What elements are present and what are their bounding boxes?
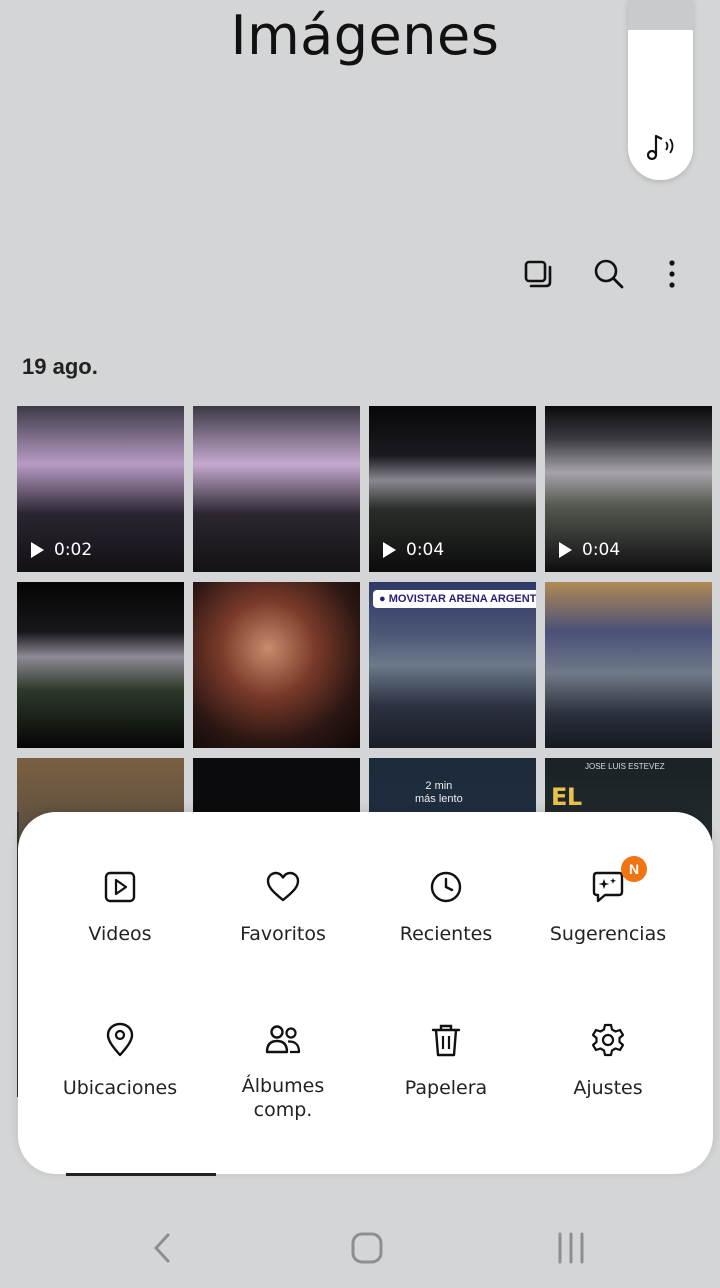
photo-thumbnail[interactable]: ● MOVISTAR ARENA ARGENTINA	[369, 582, 536, 748]
menu-label: Álbumes comp.	[241, 1075, 325, 1121]
search-icon	[594, 259, 624, 289]
more-options-button[interactable]	[650, 252, 694, 296]
photo-grid: 0:02 0:04 0:04 ● MOVISTAR ARENA ARGENTIN…	[17, 406, 717, 924]
video-duration: 0:04	[406, 540, 445, 560]
play-icon	[383, 542, 396, 558]
select-multiple-icon	[524, 260, 552, 288]
menu-item-settings[interactable]: Ajustes	[523, 1022, 693, 1142]
suggestions-sparkle-icon	[592, 871, 624, 903]
volume-slider-track[interactable]	[628, 0, 693, 30]
photo-thumbnail[interactable]: 0:02	[17, 406, 184, 572]
menu-item-recent[interactable]: Recientes	[361, 870, 531, 990]
system-navbar	[0, 1210, 720, 1288]
menu-label: Papelera	[404, 1077, 488, 1099]
location-pin-icon	[106, 1022, 134, 1057]
menu-label: Ubicaciones	[62, 1077, 178, 1099]
video-play-icon	[104, 871, 136, 903]
video-badge: 0:04	[383, 540, 444, 560]
menu-label: Favoritos	[240, 923, 326, 945]
menu-item-locations[interactable]: Ubicaciones	[35, 1022, 205, 1142]
menu-item-trash[interactable]: Papelera	[361, 1022, 531, 1142]
video-duration: 0:02	[54, 540, 93, 560]
recent-apps-icon	[558, 1232, 584, 1264]
photo-thumbnail[interactable]	[193, 406, 360, 572]
back-icon	[154, 1233, 170, 1263]
play-icon	[559, 542, 572, 558]
menu-label: Sugerencias	[549, 923, 667, 945]
toolbar	[0, 252, 720, 296]
recent-apps-button[interactable]	[541, 1224, 601, 1272]
photo-thumbnail[interactable]	[17, 582, 184, 748]
menu-item-videos[interactable]: Videos	[35, 870, 205, 990]
photo-thumbnail[interactable]: 0:04	[369, 406, 536, 572]
location-tag: ● MOVISTAR ARENA ARGENTINA	[373, 590, 536, 608]
menu-item-shared-albums[interactable]: Álbumes comp.	[198, 1022, 368, 1142]
clock-icon	[430, 871, 462, 903]
heart-icon	[266, 871, 300, 902]
bottom-menu-sheet: Videos Favoritos Recientes N Sugerencias…	[18, 812, 713, 1174]
map-text: 2 min más lento	[415, 780, 463, 805]
photo-thumbnail[interactable]	[545, 582, 712, 748]
shared-people-icon	[265, 1025, 301, 1054]
menu-label: Ajustes	[573, 1077, 643, 1099]
photo-thumbnail[interactable]	[193, 582, 360, 748]
poster-author: JOSE LUIS ESTEVEZ	[585, 762, 665, 771]
video-badge: 0:04	[559, 540, 620, 560]
home-icon	[351, 1232, 383, 1264]
search-button[interactable]	[587, 252, 631, 296]
back-button[interactable]	[133, 1224, 193, 1272]
more-options-icon	[669, 260, 675, 288]
gear-icon	[591, 1023, 625, 1057]
video-badge: 0:02	[31, 540, 92, 560]
play-icon	[31, 542, 44, 558]
menu-label: Recientes	[399, 923, 493, 945]
video-duration: 0:04	[582, 540, 621, 560]
volume-panel[interactable]	[628, 0, 693, 180]
photo-thumbnail[interactable]: 0:04	[545, 406, 712, 572]
menu-item-favorites[interactable]: Favoritos	[198, 870, 368, 990]
music-note-sound-icon[interactable]	[642, 128, 678, 164]
menu-item-suggestions[interactable]: N Sugerencias	[523, 856, 693, 990]
home-button[interactable]	[337, 1224, 397, 1272]
select-multiple-button[interactable]	[516, 252, 560, 296]
section-date: 19 ago.	[22, 354, 98, 379]
menu-label: Videos	[88, 923, 152, 945]
page-title: Imágenes	[230, 4, 500, 67]
new-badge: N	[621, 856, 647, 882]
bottom-divider	[66, 1173, 216, 1176]
trash-icon	[431, 1024, 461, 1057]
